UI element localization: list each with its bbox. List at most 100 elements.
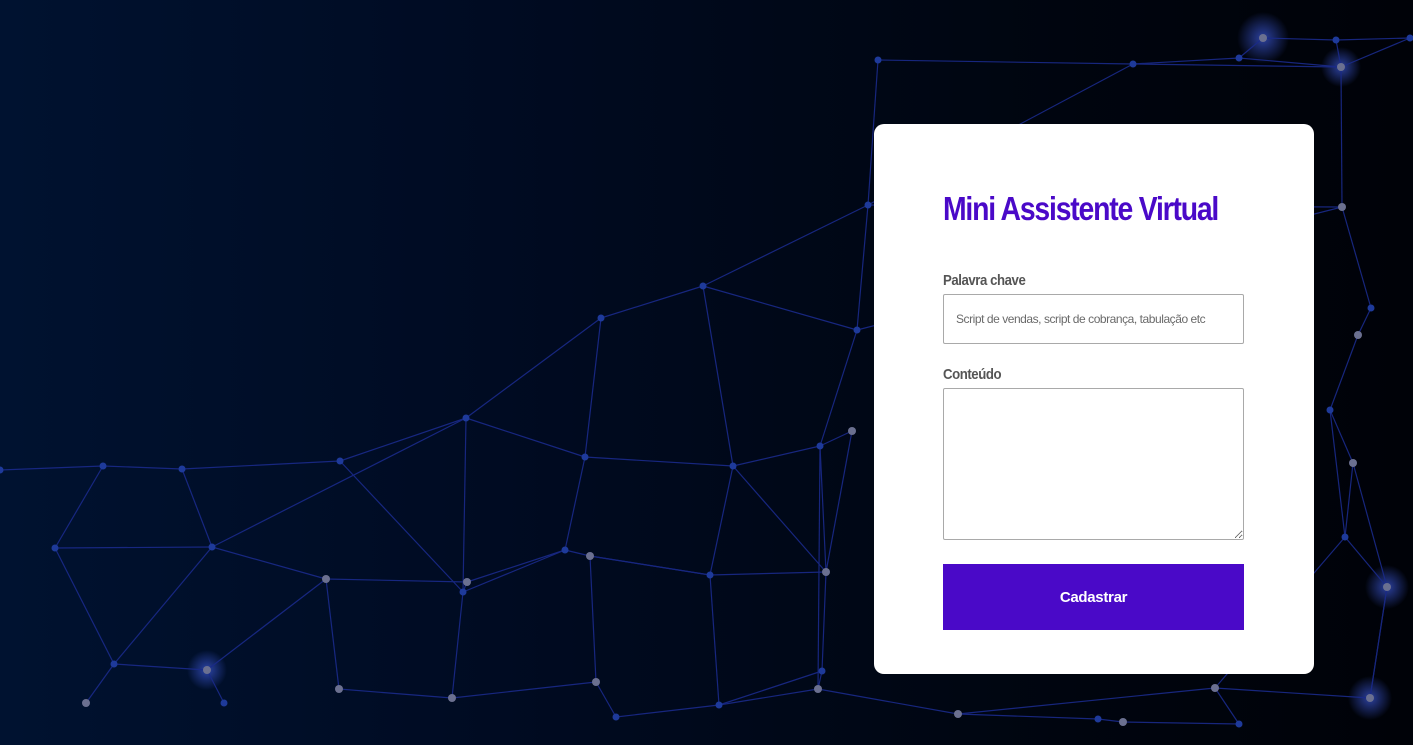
network-node bbox=[954, 710, 962, 718]
network-node bbox=[1332, 36, 1340, 44]
network-node bbox=[110, 660, 118, 668]
network-line bbox=[589, 555, 711, 576]
network-line bbox=[821, 571, 827, 672]
network-line bbox=[181, 468, 213, 548]
network-line bbox=[564, 456, 586, 551]
content-textarea[interactable] bbox=[943, 388, 1244, 540]
network-node bbox=[1235, 54, 1243, 62]
network-line bbox=[339, 417, 467, 462]
network-line bbox=[718, 670, 823, 706]
network-line bbox=[718, 688, 819, 706]
network-line bbox=[338, 688, 453, 699]
network-line bbox=[856, 204, 869, 331]
network-node bbox=[1366, 694, 1374, 702]
network-line bbox=[957, 713, 1099, 720]
network-line bbox=[819, 445, 827, 573]
network-node bbox=[612, 713, 620, 721]
network-node bbox=[581, 453, 589, 461]
network-line bbox=[465, 417, 586, 458]
network-line bbox=[702, 285, 734, 467]
network-line bbox=[102, 465, 183, 470]
network-line bbox=[325, 578, 468, 583]
network-line bbox=[732, 445, 821, 467]
network-node bbox=[208, 543, 216, 551]
network-node bbox=[699, 282, 707, 290]
network-line bbox=[325, 578, 340, 690]
network-line bbox=[732, 465, 827, 573]
register-card: Mini Assistente Virtual Palavra chave Co… bbox=[874, 124, 1314, 674]
network-node bbox=[51, 544, 59, 552]
network-node bbox=[715, 701, 723, 709]
network-node bbox=[1326, 406, 1334, 414]
network-line bbox=[113, 546, 213, 665]
network-line bbox=[1329, 334, 1359, 411]
network-node bbox=[1235, 720, 1243, 728]
network-node bbox=[448, 694, 456, 702]
network-node bbox=[220, 699, 228, 707]
network-node bbox=[1119, 718, 1127, 726]
network-node bbox=[0, 466, 4, 474]
network-node bbox=[463, 578, 471, 586]
network-node bbox=[1383, 583, 1391, 591]
network-node bbox=[203, 666, 211, 674]
network-node bbox=[818, 667, 826, 675]
network-node bbox=[1341, 533, 1349, 541]
network-line bbox=[1132, 57, 1240, 65]
network-node bbox=[462, 414, 470, 422]
network-line bbox=[1357, 307, 1372, 336]
network-node bbox=[1354, 331, 1362, 339]
network-line bbox=[1335, 37, 1411, 41]
network-line bbox=[1352, 462, 1388, 588]
network-node bbox=[816, 442, 824, 450]
content-label: Conteúdo bbox=[943, 366, 1002, 383]
network-line bbox=[702, 285, 858, 331]
network-line bbox=[54, 547, 115, 665]
network-line bbox=[451, 591, 464, 699]
network-node bbox=[1094, 715, 1102, 723]
network-node bbox=[592, 678, 600, 686]
network-node bbox=[336, 457, 344, 465]
network-line bbox=[877, 59, 1134, 65]
network-node bbox=[1349, 459, 1357, 467]
network-node bbox=[99, 462, 107, 470]
network-line bbox=[462, 549, 566, 593]
network-node bbox=[178, 465, 186, 473]
network-node bbox=[814, 685, 822, 693]
keyword-input[interactable] bbox=[943, 294, 1244, 344]
network-line bbox=[1214, 687, 1240, 725]
network-node bbox=[1406, 34, 1413, 42]
network-node bbox=[597, 314, 605, 322]
network-line bbox=[584, 317, 602, 458]
network-line bbox=[1214, 687, 1371, 699]
submit-button[interactable]: Cadastrar bbox=[943, 564, 1244, 630]
network-node bbox=[1367, 304, 1375, 312]
page-title: Mini Assistente Virtual bbox=[943, 190, 1219, 227]
network-line bbox=[1340, 66, 1343, 208]
network-line bbox=[595, 681, 617, 718]
network-line bbox=[0, 465, 104, 471]
keyword-label: Palavra chave bbox=[943, 272, 1026, 289]
network-line bbox=[702, 204, 869, 287]
network-line bbox=[462, 417, 467, 593]
network-node bbox=[586, 552, 594, 560]
network-line bbox=[451, 681, 597, 699]
network-node bbox=[864, 201, 872, 209]
network-line bbox=[817, 445, 821, 690]
network-line bbox=[465, 317, 602, 419]
network-line bbox=[817, 688, 959, 715]
network-line bbox=[589, 555, 597, 683]
network-node bbox=[1211, 684, 1219, 692]
network-node bbox=[706, 571, 714, 579]
network-line bbox=[709, 465, 734, 576]
network-line bbox=[1122, 721, 1240, 725]
network-node bbox=[322, 575, 330, 583]
network-node bbox=[459, 588, 467, 596]
network-line bbox=[211, 417, 467, 548]
network-node bbox=[1259, 34, 1267, 42]
network-line bbox=[181, 460, 341, 470]
network-line bbox=[615, 704, 720, 718]
network-line bbox=[1344, 462, 1354, 538]
network-line bbox=[466, 549, 566, 583]
network-line bbox=[206, 578, 327, 671]
network-line bbox=[85, 663, 115, 704]
